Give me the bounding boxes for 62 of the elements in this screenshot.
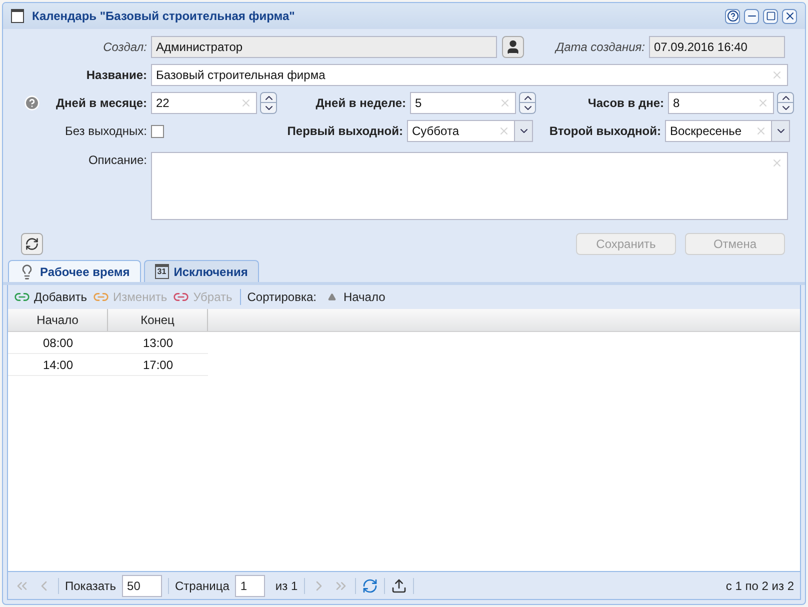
- page-size-label: Показать: [65, 578, 116, 594]
- page-size-field[interactable]: 50: [122, 574, 162, 596]
- field-label: Описание:: [88, 152, 147, 168]
- user-icon: [505, 39, 521, 55]
- input-field[interactable]: 8: [668, 92, 774, 114]
- input-field[interactable]: Базовый строительная фирма: [151, 64, 788, 86]
- field-label: Часов в дне:: [588, 95, 664, 111]
- checkbox[interactable]: [151, 124, 164, 138]
- sort-label: Сортировка:: [247, 289, 316, 305]
- input-field[interactable]: 22: [151, 92, 257, 114]
- field-label: Дней в неделе:: [316, 95, 406, 111]
- spin-up-button[interactable]: [777, 92, 794, 103]
- field-label: Без выходных:: [65, 123, 147, 139]
- input-field[interactable]: 07.09.2016 16:40: [649, 36, 785, 58]
- user-button[interactable]: [502, 36, 524, 58]
- description-field[interactable]: [151, 152, 788, 220]
- sort-button[interactable]: Начало: [328, 289, 386, 305]
- input-field[interactable]: Суббота: [407, 120, 515, 142]
- maximize-button[interactable]: [763, 8, 778, 24]
- spin-up-button[interactable]: [519, 92, 536, 103]
- close-icon: [784, 10, 796, 22]
- refresh-icon[interactable]: [362, 578, 378, 594]
- field-label: Дней в месяце:: [56, 95, 147, 111]
- calendar-icon: 31: [154, 264, 169, 279]
- dropdown-button[interactable]: [515, 120, 533, 142]
- field-label: Второй выходной:: [549, 123, 661, 139]
- spin-up-button[interactable]: [260, 92, 277, 103]
- tab[interactable]: 31 Исключения: [144, 260, 259, 282]
- toolbar-button[interactable]: Добавить: [12, 287, 90, 307]
- field-label: Название:: [86, 67, 147, 83]
- table-cell-text: 14:00: [42, 356, 74, 374]
- maximize-icon: [766, 11, 776, 21]
- page-field[interactable]: 1: [235, 574, 266, 596]
- column-header[interactable]: Конец: [108, 309, 208, 331]
- field-label: Первый выходной:: [287, 123, 403, 139]
- help-icon[interactable]: [24, 95, 40, 111]
- spin-down-button[interactable]: [519, 103, 536, 114]
- window-title: Календарь "Базовый строительная фирма": [32, 8, 296, 24]
- help-button[interactable]: [725, 8, 740, 24]
- help-icon: [726, 10, 738, 22]
- refresh-icon: [25, 237, 39, 251]
- minimize-button[interactable]: [744, 8, 759, 24]
- dropdown-button[interactable]: [772, 120, 790, 142]
- export-icon[interactable]: [390, 578, 407, 594]
- table-cell-text: 08:00: [42, 334, 74, 352]
- table-cell-text: 17:00: [142, 356, 174, 374]
- input-field[interactable]: Воскресенье: [665, 120, 772, 142]
- column-header[interactable]: Начало: [8, 309, 108, 331]
- field-label: Создал:: [103, 39, 147, 55]
- field-label: Дата создания:: [556, 39, 645, 55]
- close-button[interactable]: [782, 8, 797, 24]
- input-field[interactable]: Администратор: [151, 36, 497, 58]
- page-label: Страница: [175, 578, 230, 594]
- sort-ascending-icon: [328, 293, 336, 301]
- page-count: из 1: [275, 578, 298, 594]
- spin-down-button[interactable]: [777, 103, 794, 114]
- paging-summary: с 1 по 2 из 2: [726, 578, 794, 594]
- table-cell-text: 13:00: [142, 334, 174, 352]
- tab[interactable]: Рабочее время: [8, 260, 141, 282]
- refresh-button[interactable]: [21, 233, 43, 255]
- input-field[interactable]: 5: [410, 92, 516, 114]
- spin-down-button[interactable]: [260, 103, 277, 114]
